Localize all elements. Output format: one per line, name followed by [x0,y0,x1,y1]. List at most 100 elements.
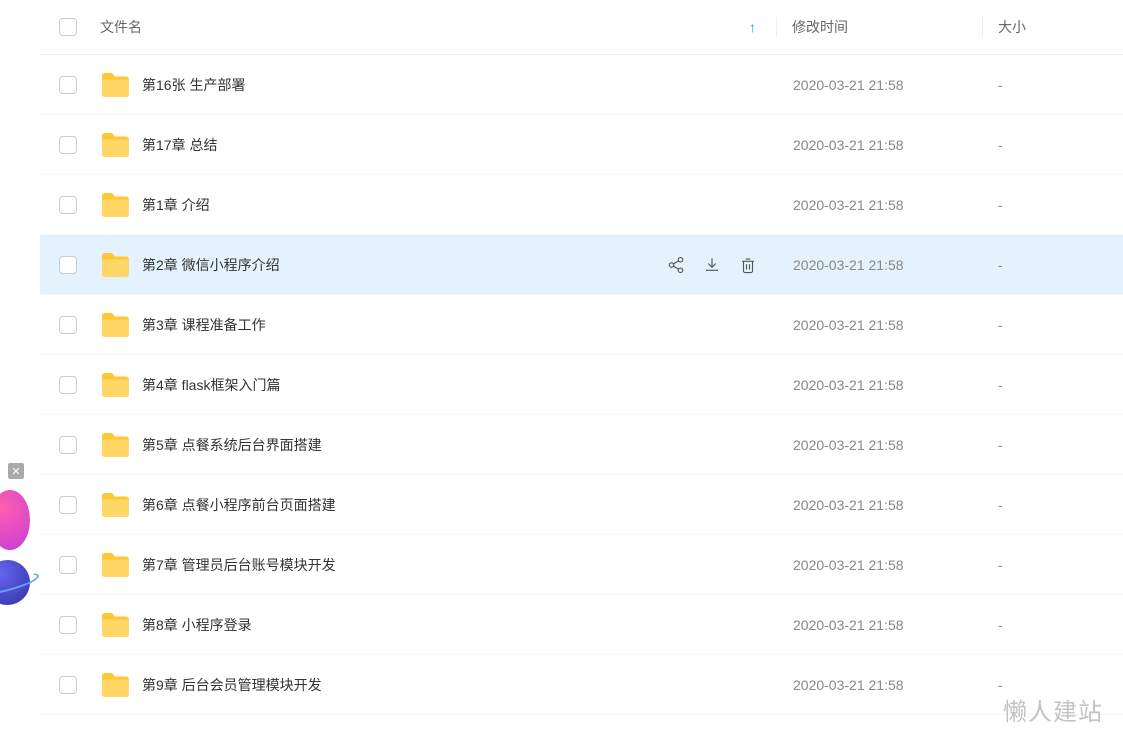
row-checkbox[interactable] [59,436,77,454]
select-all-checkbox[interactable] [59,18,77,36]
header-checkbox-cell [40,18,95,36]
folder-icon [100,252,130,278]
row-name-cell[interactable]: 第16张 生产部署 [95,72,778,98]
row-checkbox-cell [40,196,95,214]
row-name-cell[interactable]: 第9章 后台会员管理模块开发 [95,672,778,698]
size-text: - [998,137,1003,153]
folder-icon [100,132,130,158]
row-checkbox[interactable] [59,616,77,634]
size-text: - [998,257,1003,273]
file-name-text: 第7章 管理员后台账号模块开发 [142,555,336,575]
file-name-text: 第5章 点餐系统后台界面搭建 [142,435,322,455]
row-time-cell: 2020-03-21 21:58 [778,497,983,513]
row-checkbox[interactable] [59,256,77,274]
row-time-cell: 2020-03-21 21:58 [778,257,983,273]
file-name-text: 第3章 课程准备工作 [142,315,266,335]
file-name-text: 第17章 总结 [142,135,217,155]
sidebar-stub: ✕ [0,0,40,747]
row-time-cell: 2020-03-21 21:58 [778,677,983,693]
row-size-cell: - [983,77,1123,93]
row-name-cell[interactable]: 第3章 课程准备工作 [95,312,778,338]
size-text: - [998,317,1003,333]
row-size-cell: - [983,317,1123,333]
row-size-cell: - [983,377,1123,393]
file-list-container: 文件名 ↑ 修改时间 大小 第16张 生产部署 2020-03-21 21:58 [40,0,1123,715]
file-row[interactable]: 第17章 总结 2020-03-21 21:58 - [40,115,1123,175]
watermark-text: 懒人建站 [1003,692,1103,727]
file-row[interactable]: 第7章 管理员后台账号模块开发 2020-03-21 21:58 - [40,535,1123,595]
row-checkbox[interactable] [59,376,77,394]
file-row[interactable]: 第9章 后台会员管理模块开发 2020-03-21 21:58 - [40,655,1123,715]
row-size-cell: - [983,137,1123,153]
row-checkbox[interactable] [59,676,77,694]
header-size-label: 大小 [998,19,1026,35]
row-name-cell[interactable]: 第5章 点餐系统后台界面搭建 [95,432,778,458]
file-name-text: 第9章 后台会员管理模块开发 [142,675,322,695]
row-size-cell: - [983,557,1123,573]
folder-icon [100,492,130,518]
row-checkbox[interactable] [59,556,77,574]
row-checkbox[interactable] [59,316,77,334]
row-checkbox[interactable] [59,196,77,214]
file-row[interactable]: 第2章 微信小程序介绍 2020-03-21 21:58 - [40,235,1123,295]
time-text: 2020-03-21 21:58 [793,617,904,633]
file-row[interactable]: 第4章 flask框架入门篇 2020-03-21 21:58 - [40,355,1123,415]
row-checkbox-cell [40,316,95,334]
row-checkbox[interactable] [59,496,77,514]
header-time-column[interactable]: 修改时间 [777,17,982,37]
row-time-cell: 2020-03-21 21:58 [778,137,983,153]
download-icon[interactable] [702,255,722,275]
row-name-cell[interactable]: 第1章 介绍 [95,192,778,218]
file-name-text: 第8章 小程序登录 [142,615,252,635]
row-name-cell[interactable]: 第6章 点餐小程序前台页面搭建 [95,492,778,518]
file-row[interactable]: 第3章 课程准备工作 2020-03-21 21:58 - [40,295,1123,355]
row-checkbox-cell [40,376,95,394]
row-name-cell[interactable]: 第7章 管理员后台账号模块开发 [95,552,778,578]
size-text: - [998,437,1003,453]
file-row[interactable]: 第16张 生产部署 2020-03-21 21:58 - [40,55,1123,115]
delete-icon[interactable] [738,255,758,275]
file-row[interactable]: 第8章 小程序登录 2020-03-21 21:58 - [40,595,1123,655]
header-size-column[interactable]: 大小 [983,17,1123,37]
size-text: - [998,497,1003,513]
file-row[interactable]: 第5章 点餐系统后台界面搭建 2020-03-21 21:58 - [40,415,1123,475]
rows-container: 第16张 生产部署 2020-03-21 21:58 - 第17章 总结 [40,55,1123,715]
folder-icon [100,372,130,398]
row-time-cell: 2020-03-21 21:58 [778,437,983,453]
row-name-cell[interactable]: 第17章 总结 [95,132,778,158]
row-size-cell: - [983,197,1123,213]
row-size-cell: - [983,497,1123,513]
row-time-cell: 2020-03-21 21:58 [778,77,983,93]
share-icon[interactable] [666,255,686,275]
row-checkbox[interactable] [59,136,77,154]
row-name-cell[interactable]: 第4章 flask框架入门篇 [95,372,778,398]
sort-ascending-icon[interactable]: ↑ [749,19,756,35]
row-checkbox-cell [40,436,95,454]
size-text: - [998,617,1003,633]
row-name-cell[interactable]: 第8章 小程序登录 [95,612,778,638]
row-time-cell: 2020-03-21 21:58 [778,557,983,573]
row-checkbox[interactable] [59,76,77,94]
folder-icon [100,72,130,98]
time-text: 2020-03-21 21:58 [793,77,904,93]
file-name-text: 第4章 flask框架入门篇 [142,375,280,395]
size-text: - [998,197,1003,213]
row-size-cell: - [983,257,1123,273]
folder-icon [100,192,130,218]
file-name-text: 第6章 点餐小程序前台页面搭建 [142,495,336,515]
file-row[interactable]: 第1章 介绍 2020-03-21 21:58 - [40,175,1123,235]
folder-icon [100,552,130,578]
size-text: - [998,377,1003,393]
row-actions [666,255,758,275]
file-name-text: 第1章 介绍 [142,195,210,215]
avatar-blob-icon [0,490,30,550]
file-name-text: 第2章 微信小程序介绍 [142,255,280,275]
folder-icon [100,672,130,698]
row-checkbox-cell [40,76,95,94]
close-badge-icon[interactable]: ✕ [8,463,24,479]
header-name-column[interactable]: 文件名 ↑ [95,17,776,37]
row-name-cell[interactable]: 第2章 微信小程序介绍 [95,252,778,278]
header-time-label: 修改时间 [792,19,848,35]
table-header: 文件名 ↑ 修改时间 大小 [40,0,1123,55]
file-row[interactable]: 第6章 点餐小程序前台页面搭建 2020-03-21 21:58 - [40,475,1123,535]
